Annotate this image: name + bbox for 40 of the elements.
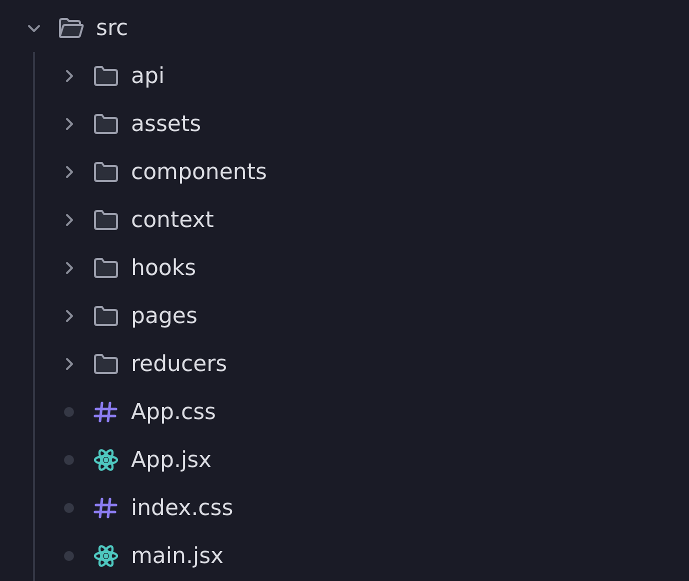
atom-icon xyxy=(93,545,119,567)
folder-icon xyxy=(93,305,119,327)
tree-item-label: assets xyxy=(131,112,202,136)
folder-icon xyxy=(93,113,119,135)
folder-icon xyxy=(93,257,119,279)
atom-icon xyxy=(93,449,119,471)
tree-item-label: App.jsx xyxy=(131,448,212,472)
tree-item[interactable]: assets xyxy=(0,100,689,148)
dot-icon xyxy=(64,455,74,465)
tree-item[interactable]: App.css xyxy=(0,388,689,436)
folder-icon xyxy=(93,161,119,183)
folder-open-icon xyxy=(58,17,84,39)
folder-icon xyxy=(93,353,119,375)
tree-item-label: index.css xyxy=(131,496,234,520)
tree-item-label: components xyxy=(131,160,267,184)
tree-item-label: pages xyxy=(131,304,198,328)
tree-item[interactable]: src xyxy=(0,4,689,52)
dot-icon xyxy=(64,551,74,561)
folder-icon xyxy=(93,65,119,87)
tree-item-label: reducers xyxy=(131,352,228,376)
tree-item-label: App.css xyxy=(131,400,216,424)
tree-item[interactable]: index.css xyxy=(0,484,689,532)
tree-item[interactable]: context xyxy=(0,196,689,244)
tree-item-label: api xyxy=(131,64,165,88)
dot-icon xyxy=(64,407,74,417)
tree-item[interactable]: App.jsx xyxy=(0,436,689,484)
dot-icon xyxy=(64,503,74,513)
tree-item[interactable]: hooks xyxy=(0,244,689,292)
tree-item[interactable]: api xyxy=(0,52,689,100)
tree-item-label: context xyxy=(131,208,214,232)
tree-item-label: hooks xyxy=(131,256,196,280)
tree-item[interactable]: reducers xyxy=(0,340,689,388)
tree-item[interactable]: pages xyxy=(0,292,689,340)
hash-icon xyxy=(93,497,119,519)
tree-item-label: src xyxy=(96,16,128,40)
tree-item[interactable]: main.jsx xyxy=(0,532,689,580)
folder-icon xyxy=(93,209,119,231)
tree-item[interactable]: components xyxy=(0,148,689,196)
hash-icon xyxy=(93,401,119,423)
tree-item-label: main.jsx xyxy=(131,544,224,568)
